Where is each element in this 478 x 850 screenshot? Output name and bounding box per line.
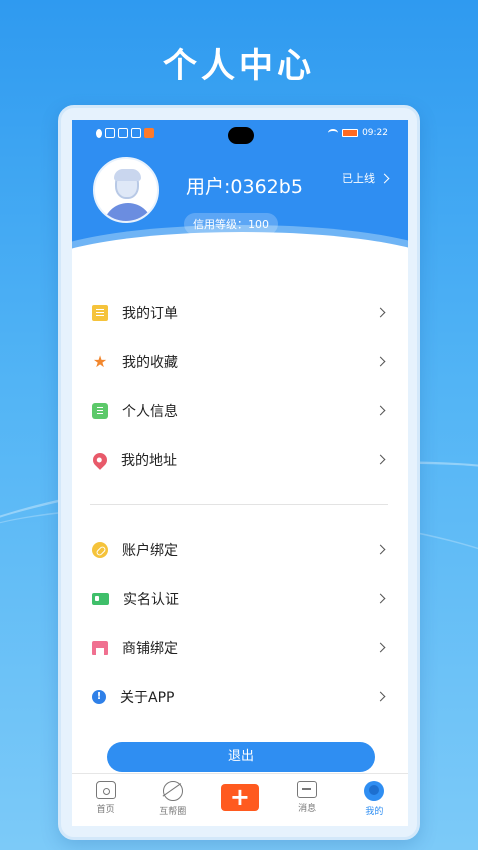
status-time: 09:22 <box>362 128 388 138</box>
menu-item-real-name-auth[interactable]: 实名认证 <box>72 574 408 623</box>
tab-home[interactable]: 首页 <box>76 774 136 815</box>
online-status-link[interactable]: 已上线 <box>342 170 390 186</box>
clipboard-icon <box>92 304 108 321</box>
chevron-right-icon <box>375 642 386 653</box>
menu-item-label: 我的订单 <box>122 305 178 322</box>
notification-icon <box>96 128 102 138</box>
menu-item-label: 我的地址 <box>121 452 177 469</box>
menu-item-label: 我的收藏 <box>122 354 178 371</box>
sync-icon <box>105 128 115 138</box>
status-icons-right: 09:22 <box>328 128 388 138</box>
menu-item-address[interactable]: 我的地址 <box>72 435 408 484</box>
credit-badge: 信用等级：100 <box>184 213 278 235</box>
logout-button[interactable]: 退出 <box>107 742 375 772</box>
link-icon <box>92 541 108 558</box>
avatar-hair <box>114 169 141 181</box>
tab-label: 我的 <box>365 807 384 817</box>
avatar[interactable] <box>93 157 159 223</box>
message-icon <box>297 781 318 798</box>
menu-item-account-binding[interactable]: 账户绑定 <box>72 525 408 574</box>
chevron-right-icon <box>375 691 386 702</box>
chevron-right-icon <box>375 544 386 555</box>
menu-item-label: 实名认证 <box>123 591 179 608</box>
battery-icon <box>342 129 359 137</box>
camera-notch <box>228 127 254 144</box>
id-card-icon <box>92 592 109 605</box>
bottom-tab-bar: 首页 互帮圈 + 消息 我的 <box>72 773 408 826</box>
home-icon <box>95 781 116 799</box>
menu-group-secondary: 账户绑定 实名认证 商铺绑定 ! 关于APP <box>72 525 408 721</box>
profile-header: 09:22 用户:0362b5 信用等级：100 已上线 <box>72 120 408 268</box>
menu-item-orders[interactable]: 我的订单 <box>72 288 408 337</box>
online-status-label: 已上线 <box>342 172 375 185</box>
menu-item-about-app[interactable]: ! 关于APP <box>72 672 408 721</box>
planet-icon <box>162 781 183 801</box>
menu-group-primary: 我的订单 ★ 我的收藏 个人信息 我的地址 <box>72 288 408 484</box>
chevron-right-icon <box>375 593 386 604</box>
tab-label: 互帮圈 <box>159 807 187 817</box>
star-icon: ★ <box>92 351 108 371</box>
menu-item-favorites[interactable]: ★ 我的收藏 <box>72 337 408 386</box>
menu-item-personal-info[interactable]: 个人信息 <box>72 386 408 435</box>
info-icon: ! <box>92 689 106 704</box>
tab-messages[interactable]: 消息 <box>277 774 337 814</box>
page-headline: 个人中心 <box>163 46 315 86</box>
tab-add[interactable]: + <box>210 774 270 811</box>
menu-divider <box>90 504 388 505</box>
menu-item-label: 个人信息 <box>122 403 178 420</box>
menu-item-label: 账户绑定 <box>122 542 178 559</box>
app-icon <box>131 128 141 138</box>
user-icon <box>364 781 385 801</box>
plus-icon: + <box>220 784 259 811</box>
app-icon <box>118 128 128 138</box>
menu-item-shop-binding[interactable]: 商铺绑定 <box>72 623 408 672</box>
status-bar: 09:22 <box>72 126 408 144</box>
avatar-body <box>103 203 153 221</box>
chevron-right-icon <box>375 307 386 318</box>
chevron-right-icon <box>375 454 386 465</box>
tab-mine[interactable]: 我的 <box>344 774 404 817</box>
tab-help-circle[interactable]: 互帮圈 <box>143 774 203 817</box>
shop-icon <box>92 640 108 655</box>
menu-item-label: 商铺绑定 <box>122 640 178 657</box>
chevron-right-icon <box>375 356 386 367</box>
wifi-icon <box>328 129 339 137</box>
chevron-right-icon <box>375 405 386 416</box>
tab-label: 首页 <box>96 805 115 815</box>
app-icon <box>144 128 154 138</box>
tab-label: 消息 <box>298 804 317 814</box>
username: 用户:0362b5 <box>186 176 303 198</box>
app-screen: 09:22 用户:0362b5 信用等级：100 已上线 我的订单 ★ 我的收藏 <box>72 120 408 826</box>
location-pin-icon <box>90 449 110 470</box>
status-icons-left <box>96 128 154 138</box>
chevron-right-icon <box>379 173 390 183</box>
contact-book-icon <box>92 402 108 419</box>
menu-item-label: 关于APP <box>120 689 175 706</box>
